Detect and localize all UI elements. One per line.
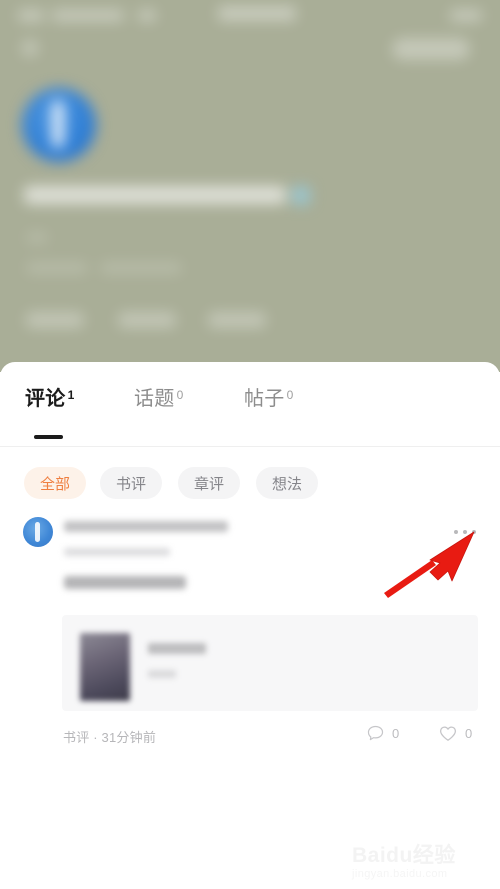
profile-tab-1-blurred	[26, 312, 84, 328]
comment-reply-action[interactable]: 0	[366, 724, 399, 743]
more-dot-3	[472, 530, 476, 534]
comment-subtitle	[64, 548, 170, 556]
back-button-blurred	[22, 40, 38, 56]
like-action[interactable]: 0	[438, 724, 472, 743]
comment-meta-text: 书评 · 31分钟前	[63, 730, 157, 745]
tab-posts-label: 帖子	[244, 388, 285, 410]
blurred-profile-background	[0, 0, 500, 372]
follow-button-blurred	[392, 38, 470, 60]
tab-posts-count: 0	[286, 388, 294, 402]
filter-chip-thoughts[interactable]: 想法	[256, 467, 318, 499]
tab-topics-count: 0	[176, 388, 184, 402]
filter-chip-all[interactable]: 全部	[24, 467, 86, 499]
comment-count: 0	[392, 726, 400, 741]
book-author	[148, 670, 176, 678]
filter-chip-row: 全部 书评 章评 想法	[0, 467, 500, 501]
tab-comments-label: 评论	[25, 388, 66, 410]
tab-posts[interactable]: 帖子 0	[244, 388, 293, 410]
tab-topics-label: 话题	[134, 388, 175, 410]
speech-bubble-icon	[366, 724, 385, 743]
book-cover-thumbnail	[80, 633, 130, 701]
filter-chip-book-review[interactable]: 书评	[100, 467, 162, 499]
active-tab-indicator	[34, 435, 63, 439]
tab-bar-divider	[0, 446, 500, 447]
profile-gender-blurred	[26, 232, 48, 243]
like-count: 0	[465, 726, 473, 741]
profile-name-blurred	[24, 186, 286, 204]
embedded-book-card[interactable]	[62, 615, 478, 711]
app-screen: 评论 1 话题 0 帖子 0 全部 书评 章评 想法 书评 · 31分钟前 0 …	[0, 0, 500, 889]
tab-comments[interactable]: 评论 1	[25, 388, 74, 410]
filter-chip-chapter-review[interactable]: 章评	[178, 467, 240, 499]
profile-badge-blurred	[292, 186, 310, 205]
tab-bar: 评论 1 话题 0 帖子 0	[0, 362, 500, 447]
profile-tab-3-blurred	[208, 312, 266, 328]
status-bar-signal	[138, 10, 156, 21]
tab-comments-count: 1	[67, 388, 75, 402]
content-sheet: 评论 1 话题 0 帖子 0 全部 书评 章评 想法 书评 · 31分钟前 0 …	[0, 362, 500, 889]
profile-avatar-glyph	[52, 100, 64, 148]
book-title	[148, 643, 206, 654]
avatar[interactable]	[23, 517, 53, 547]
tab-topics[interactable]: 话题 0	[134, 388, 183, 410]
comment-author-name	[64, 521, 228, 532]
blurred-background-content	[0, 0, 500, 372]
profile-stat-2-blurred	[100, 262, 182, 274]
comment-footer: 书评 · 31分钟前 0 0	[0, 724, 500, 748]
more-options-button[interactable]	[448, 520, 482, 544]
status-bar-notch	[218, 6, 296, 21]
more-dot-2	[463, 530, 467, 534]
status-bar-battery	[450, 10, 482, 21]
profile-tab-2-blurred	[118, 312, 176, 328]
status-bar-carrier	[52, 10, 124, 21]
status-bar-time	[18, 10, 44, 21]
heart-icon	[438, 724, 458, 743]
more-dot-1	[454, 530, 458, 534]
comment-body-text	[64, 576, 186, 589]
profile-stat-1-blurred	[26, 262, 88, 274]
